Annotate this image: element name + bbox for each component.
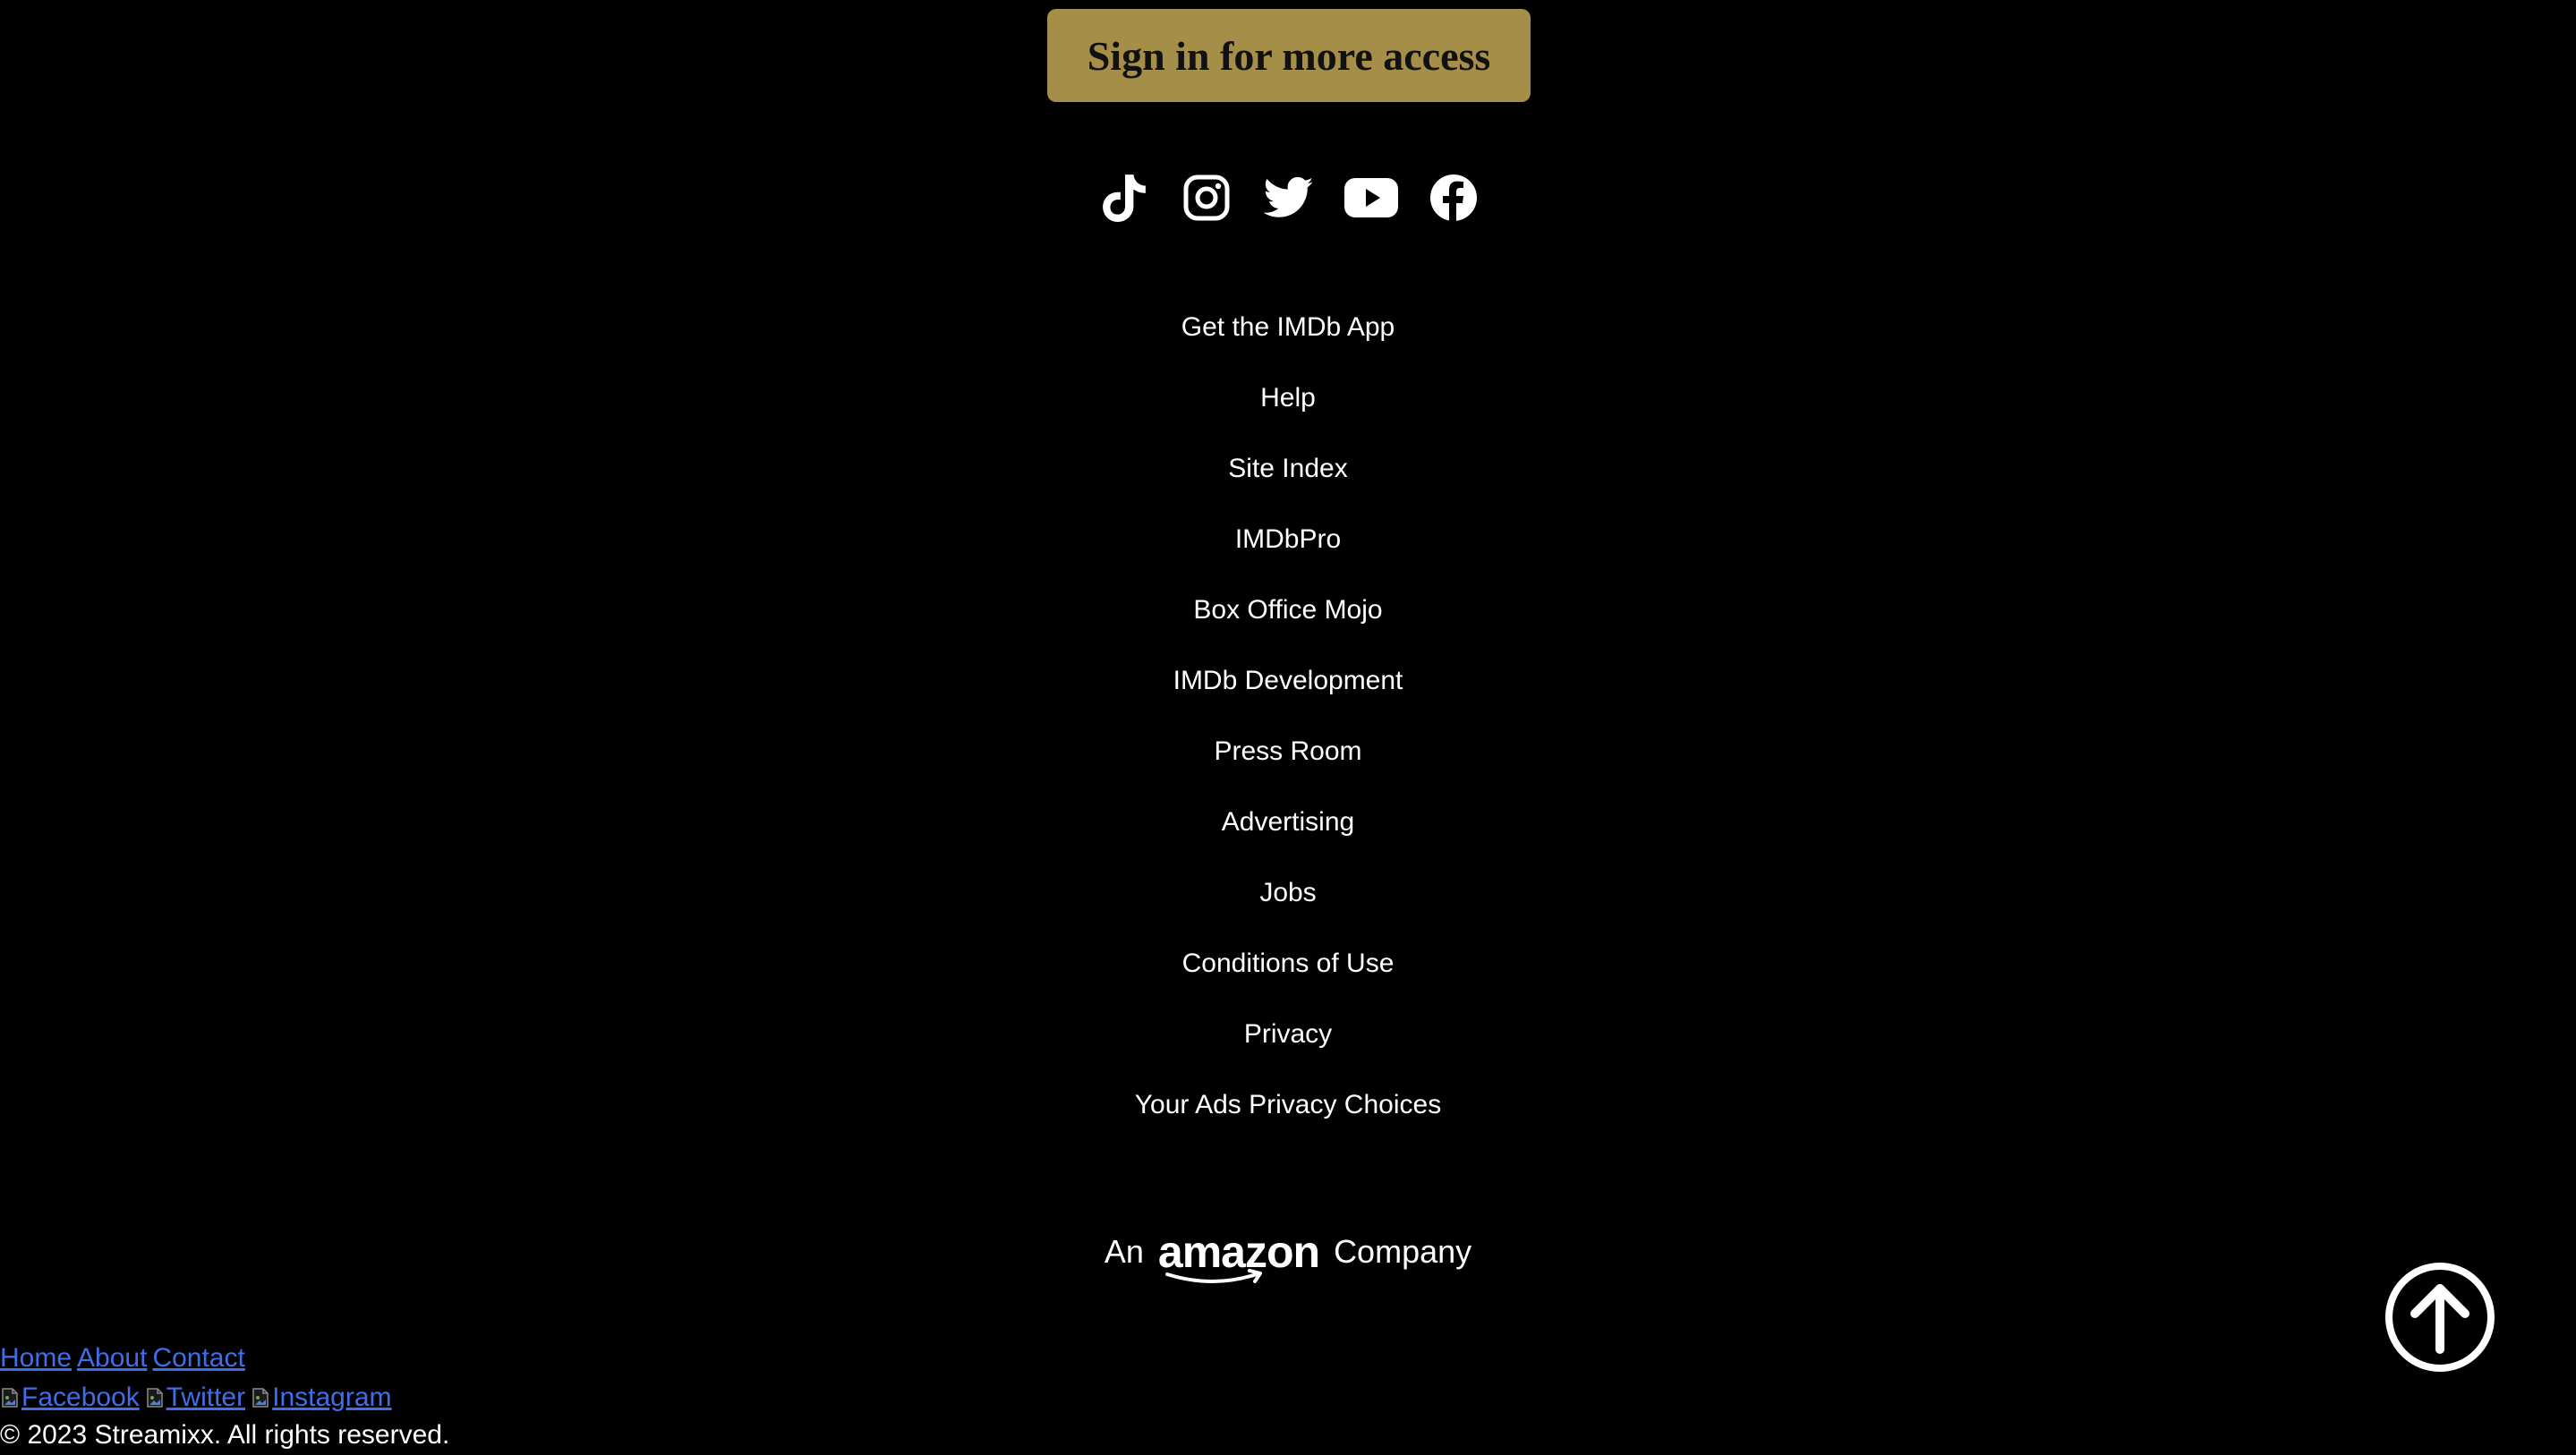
footer-twitter-alt: Twitter (166, 1383, 246, 1412)
link-privacy[interactable]: Privacy (0, 1011, 2576, 1082)
nav-home[interactable]: Home (0, 1343, 72, 1373)
footer-facebook-alt: Facebook (21, 1383, 140, 1412)
link-press-room[interactable]: Press Room (0, 728, 2576, 799)
instagram-icon[interactable] (1180, 171, 1233, 225)
broken-image-icon (145, 1381, 165, 1408)
link-box-office-mojo[interactable]: Box Office Mojo (0, 587, 2576, 658)
footer-page: Sign in for more access Get the IMDb App… (0, 0, 2576, 1455)
footer-nav: Home About Contact (0, 1339, 1074, 1378)
broken-image-icon (251, 1381, 270, 1408)
amazon-prefix: An (1104, 1233, 1144, 1270)
copyright-text: © 2023 Streamixx. All rights reserved. (0, 1420, 450, 1450)
youtube-icon[interactable] (1344, 171, 1398, 225)
link-site-index[interactable]: Site Index (0, 446, 2576, 516)
nav-about[interactable]: About (77, 1343, 147, 1373)
facebook-icon[interactable] (1427, 171, 1480, 225)
social-icons-row (1074, 166, 1504, 229)
back-to-top-button[interactable] (2384, 1262, 2495, 1373)
link-advertising[interactable]: Advertising (0, 799, 2576, 870)
amazon-smile-icon (1164, 1269, 1262, 1283)
link-conditions-of-use[interactable]: Conditions of Use (0, 940, 2576, 1011)
sign-in-button[interactable]: Sign in for more access (1047, 9, 1531, 102)
broken-image-icon (0, 1381, 20, 1408)
amazon-company-line: An amazon Company (0, 1221, 2576, 1283)
tiktok-icon[interactable] (1097, 171, 1151, 225)
footer-instagram-alt: Instagram (272, 1383, 392, 1412)
footer-instagram-link[interactable]: Instagram (251, 1381, 392, 1412)
amazon-logo: amazon (1158, 1230, 1320, 1283)
twitter-icon[interactable] (1262, 171, 1316, 225)
footer-twitter-link[interactable]: Twitter (145, 1383, 245, 1412)
site-footer: Home About Contact Facebook Twitter Instagra… (0, 1339, 1074, 1453)
footer-links: Get the IMDb App Help Site Index IMDbPro… (0, 304, 2576, 1153)
link-ads-privacy-choices[interactable]: Your Ads Privacy Choices (0, 1082, 2576, 1153)
link-jobs[interactable]: Jobs (0, 870, 2576, 940)
link-imdbpro[interactable]: IMDbPro (0, 516, 2576, 587)
arrow-up-circle-icon (2385, 1263, 2495, 1372)
amazon-suffix: Company (1334, 1233, 1472, 1270)
link-imdb-app[interactable]: Get the IMDb App (0, 304, 2576, 375)
footer-social-links: Facebook Twitter Instagram (0, 1378, 1074, 1417)
nav-contact[interactable]: Contact (152, 1343, 244, 1373)
link-imdb-development[interactable]: IMDb Development (0, 658, 2576, 728)
footer-facebook-link[interactable]: Facebook (0, 1383, 140, 1412)
link-help[interactable]: Help (0, 375, 2576, 446)
